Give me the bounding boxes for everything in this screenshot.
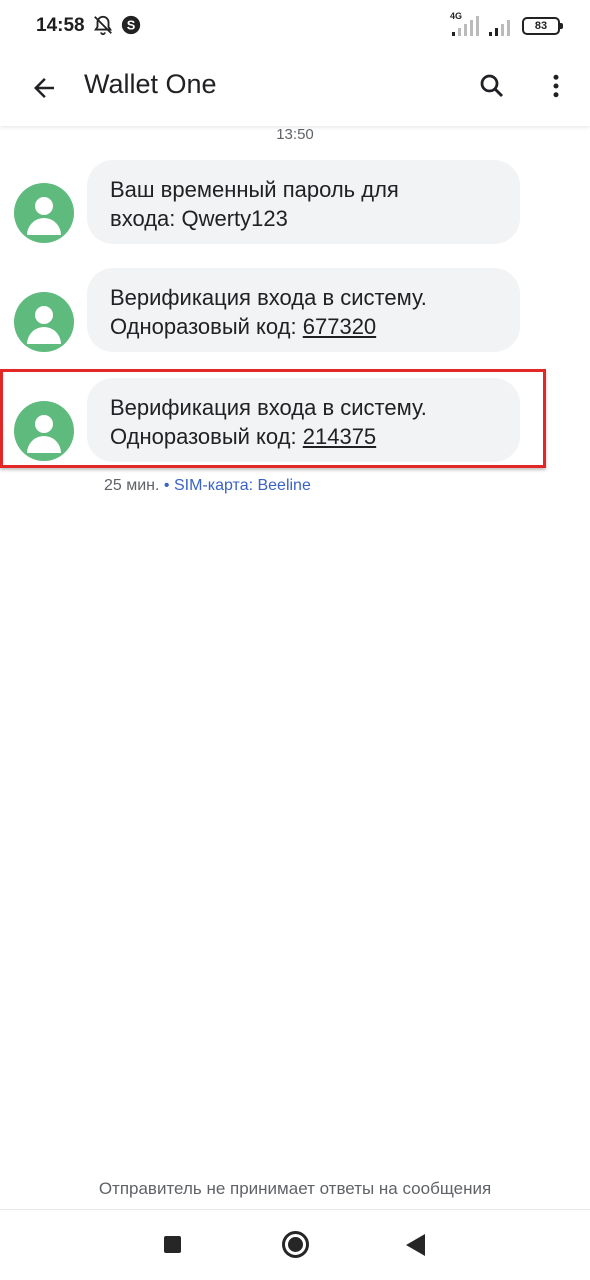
message-time: 25 мин. xyxy=(104,477,160,494)
more-options-button[interactable] xyxy=(536,66,576,106)
search-button[interactable] xyxy=(472,66,512,106)
message-meta: 25 мин. • SIM-карта: Beeline xyxy=(104,477,311,495)
message-bubble[interactable]: Верификация входа в систему. Одноразовый… xyxy=(87,268,520,352)
sender-avatar[interactable] xyxy=(14,183,74,243)
person-icon xyxy=(35,415,53,433)
back-button[interactable] xyxy=(24,68,64,108)
message-text: Одноразовый код: xyxy=(110,314,303,339)
date-separator: 13:50 xyxy=(276,126,314,143)
sender-avatar[interactable] xyxy=(14,292,74,352)
signal-icon xyxy=(488,15,514,37)
message-text: Одноразовый код: xyxy=(110,424,303,449)
person-icon-body xyxy=(27,327,61,344)
conversation-title: Wallet One xyxy=(84,69,217,99)
otp-code-link[interactable]: 214375 xyxy=(303,424,376,449)
more-vert-icon xyxy=(553,74,559,98)
message-line: Верификация входа в систему. xyxy=(110,395,427,420)
alarm-off-icon xyxy=(92,14,114,41)
battery-level: 83 xyxy=(534,20,548,32)
message-bubble[interactable]: Верификация входа в систему. Одноразовый… xyxy=(87,378,520,462)
person-icon-body xyxy=(27,218,61,235)
status-bar: 14:58 S 4G 83 xyxy=(0,0,590,54)
battery-icon: 83 xyxy=(522,17,563,35)
sender-avatar[interactable] xyxy=(14,401,74,461)
message-line: Одноразовый код: 677320 xyxy=(110,312,502,341)
message-line: входа: Qwerty123 xyxy=(110,206,288,231)
navigation-bar xyxy=(0,1212,590,1280)
person-icon xyxy=(35,197,53,215)
recents-square-icon[interactable] xyxy=(164,1236,181,1253)
sim-label: SIM-карта: Beeline xyxy=(173,477,311,494)
no-reply-note: Отправитель не принимает ответы на сообщ… xyxy=(98,1179,492,1198)
message-line: Верификация входа в систему. xyxy=(110,285,427,310)
back-arrow-icon xyxy=(34,78,54,98)
back-triangle-icon[interactable] xyxy=(406,1234,425,1256)
divider xyxy=(0,1209,590,1210)
status-time: 14:58 xyxy=(36,15,85,36)
signal-icon: 4G xyxy=(450,11,480,37)
skype-icon: S xyxy=(120,14,142,41)
separator-dot: • xyxy=(159,477,174,494)
person-icon xyxy=(35,306,53,324)
otp-code-link[interactable]: 677320 xyxy=(303,314,376,339)
svg-text:S: S xyxy=(127,18,136,33)
message-line: Ваш временный пароль для xyxy=(110,177,399,202)
app-bar: Wallet One xyxy=(0,54,590,126)
search-icon xyxy=(480,74,504,98)
message-bubble[interactable]: Ваш временный пароль для входа: Qwerty12… xyxy=(87,160,520,244)
message-line: Одноразовый код: 214375 xyxy=(110,422,502,451)
status-right-group: 4G 83 xyxy=(450,11,563,38)
home-circle-icon[interactable] xyxy=(282,1231,309,1258)
person-icon-body xyxy=(27,436,61,453)
